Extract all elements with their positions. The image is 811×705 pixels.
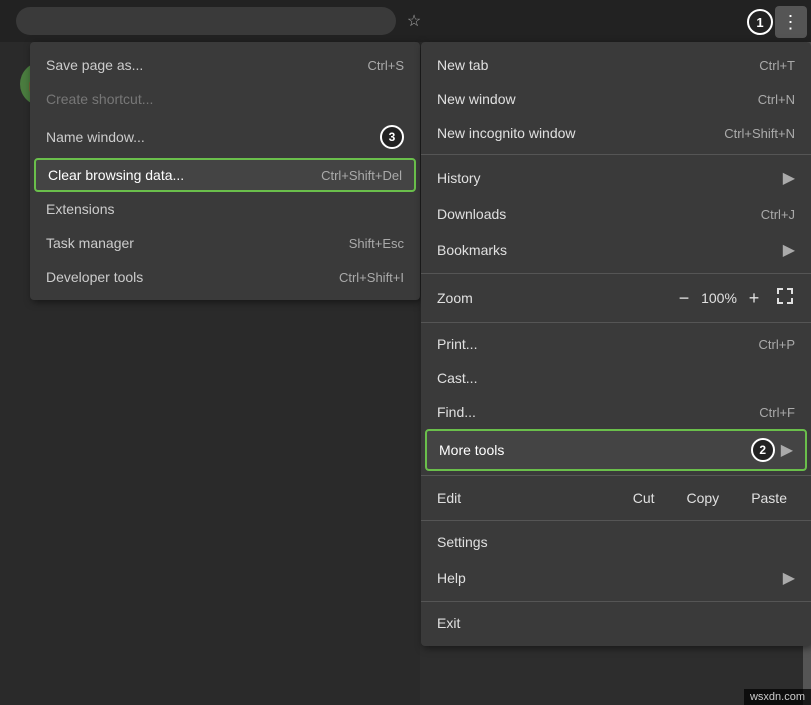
divider-5: [421, 520, 811, 521]
annotation-2: 2: [751, 438, 775, 462]
more-tools-arrow-icon: ▶: [781, 440, 793, 460]
submenu-extensions[interactable]: Extensions: [30, 192, 420, 226]
menu-more-tools[interactable]: More tools 2 ▶: [425, 429, 807, 471]
divider-6: [421, 601, 811, 602]
annotation-1: 1: [747, 9, 773, 35]
divider-3: [421, 322, 811, 323]
submenu-task-manager[interactable]: Task manager Shift+Esc: [30, 226, 420, 260]
zoom-minus-button[interactable]: −: [669, 284, 699, 312]
zoom-fullscreen-button[interactable]: [775, 286, 795, 311]
submenu-developer-tools[interactable]: Developer tools Ctrl+Shift+I: [30, 260, 420, 294]
three-dot-area: 1 ⋮: [747, 6, 807, 38]
edit-paste-button[interactable]: Paste: [735, 484, 803, 512]
edit-row: Edit Cut Copy Paste: [421, 480, 811, 516]
edit-cut-button[interactable]: Cut: [617, 484, 671, 512]
menu-new-window[interactable]: New window Ctrl+N: [421, 82, 811, 116]
divider-2: [421, 273, 811, 274]
menu-find[interactable]: Find... Ctrl+F: [421, 395, 811, 429]
three-dot-button[interactable]: ⋮: [775, 6, 807, 38]
menu-new-tab[interactable]: New tab Ctrl+T: [421, 48, 811, 82]
submenu-save-page[interactable]: Save page as... Ctrl+S: [30, 48, 420, 82]
submenu-clear-browsing[interactable]: Clear browsing data... Ctrl+Shift+Del: [34, 158, 416, 192]
bookmarks-arrow-icon: ▶: [783, 240, 795, 260]
main-menu: New tab Ctrl+T New window Ctrl+N New inc…: [421, 42, 811, 646]
zoom-row: Zoom − 100% +: [421, 278, 811, 318]
menu-print[interactable]: Print... Ctrl+P: [421, 327, 811, 361]
more-tools-submenu: Save page as... Ctrl+S Create shortcut..…: [30, 42, 420, 300]
menu-help[interactable]: Help ▶: [421, 559, 811, 597]
watermark: wsxdn.com: [744, 689, 811, 705]
address-bar[interactable]: [16, 7, 396, 35]
zoom-value: 100%: [699, 290, 739, 306]
zoom-plus-button[interactable]: +: [739, 284, 769, 312]
browser-topbar: ☆ 1 ⋮: [0, 0, 811, 42]
menu-history[interactable]: History ▶: [421, 159, 811, 197]
help-arrow-icon: ▶: [783, 568, 795, 588]
menu-exit[interactable]: Exit: [421, 606, 811, 640]
divider-1: [421, 154, 811, 155]
menu-cast[interactable]: Cast...: [421, 361, 811, 395]
divider-4: [421, 475, 811, 476]
history-arrow-icon: ▶: [783, 168, 795, 188]
bookmark-star-icon[interactable]: ☆: [400, 7, 428, 35]
menu-new-incognito[interactable]: New incognito window Ctrl+Shift+N: [421, 116, 811, 150]
edit-copy-button[interactable]: Copy: [671, 484, 736, 512]
menu-downloads[interactable]: Downloads Ctrl+J: [421, 197, 811, 231]
menu-bookmarks[interactable]: Bookmarks ▶: [421, 231, 811, 269]
submenu-name-window[interactable]: Name window... 3: [30, 116, 420, 158]
annotation-3: 3: [380, 125, 404, 149]
menu-settings[interactable]: Settings: [421, 525, 811, 559]
submenu-create-shortcut[interactable]: Create shortcut...: [30, 82, 420, 116]
